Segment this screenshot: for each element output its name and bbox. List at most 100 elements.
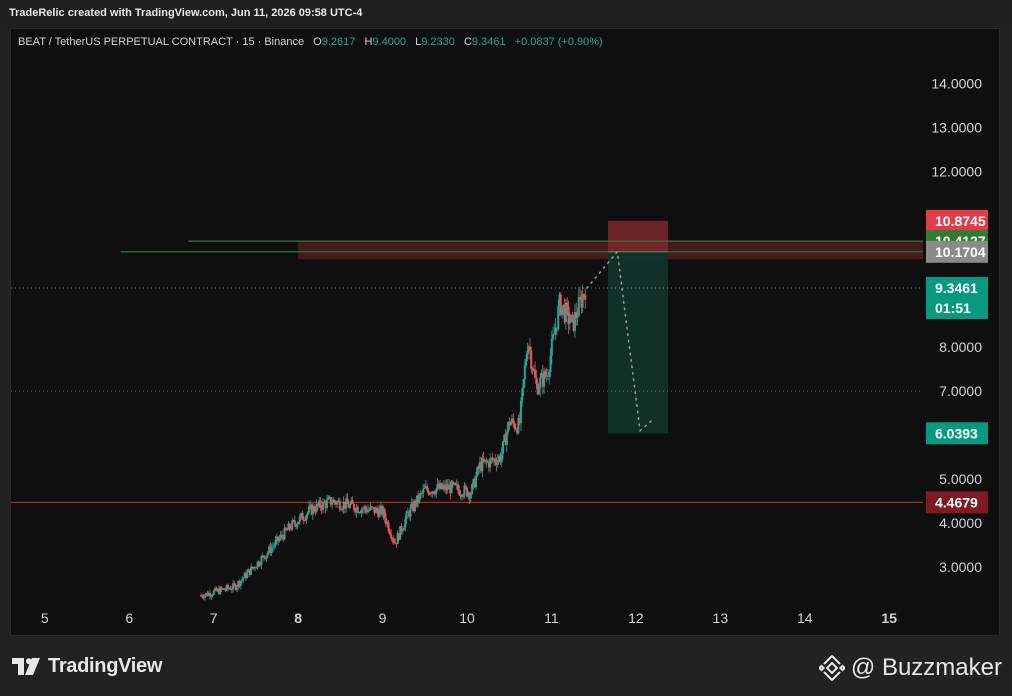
symbol-legend: BEAT / TetherUS PERPETUAL CONTRACT · 15 … [18, 36, 603, 48]
candle-body [305, 515, 308, 521]
price-label-text: 4.4679 [935, 494, 978, 510]
candle-body [352, 504, 355, 510]
candle-body [270, 547, 273, 553]
candle-body [469, 493, 472, 499]
candle-body [494, 458, 497, 463]
candles [200, 284, 587, 601]
candle-body [423, 487, 426, 489]
candle-body [539, 377, 542, 389]
candle-body [306, 512, 309, 516]
candle-body [241, 579, 244, 581]
y-tick-label: 3.0000 [939, 559, 982, 575]
candle-body [284, 527, 287, 530]
candle-body [581, 294, 584, 308]
candle-body [291, 520, 294, 530]
candle-body [235, 586, 238, 590]
candle-body [553, 333, 556, 335]
position-target-zone [608, 251, 668, 434]
candle-body [522, 379, 525, 389]
candle-body [233, 583, 236, 585]
candle-body [376, 507, 379, 512]
candle-body [322, 501, 325, 510]
y-tick-label: 12.0000 [931, 163, 982, 179]
candle-body [278, 538, 281, 541]
candle-body [550, 338, 553, 356]
candle-body [566, 302, 569, 307]
candle-body [528, 346, 531, 351]
candle-body [496, 459, 499, 465]
candle-body [526, 351, 529, 360]
candle-body [432, 491, 435, 494]
candle-body [293, 520, 296, 524]
price-label-text: 10.1704 [935, 244, 986, 260]
candle-body [351, 500, 354, 505]
tradingview-logo-icon [12, 657, 40, 675]
candle-body [441, 486, 444, 489]
candle-body [584, 294, 587, 300]
x-tick-label: 7 [210, 610, 218, 626]
candle-body [426, 486, 429, 491]
candle-body [509, 422, 512, 426]
candle-body [462, 495, 465, 497]
y-tick-label: 14.0000 [931, 76, 982, 92]
open-value: 9.2617 [321, 36, 356, 48]
candle-body [570, 314, 573, 323]
candle-body [319, 500, 322, 508]
candle-body [239, 580, 242, 586]
candle-body [273, 545, 276, 547]
candle-body [458, 489, 461, 496]
candle-body [525, 359, 528, 366]
candle-body [224, 589, 227, 591]
candle-body [474, 476, 477, 488]
candle-body [561, 306, 564, 315]
tradingview-logo[interactable]: TradingView [12, 655, 162, 678]
candle-body [523, 365, 526, 380]
candle-body [266, 552, 269, 556]
candle-body [409, 507, 412, 517]
candle-body [274, 540, 277, 546]
binance-logo-icon [818, 655, 845, 681]
x-tick-label: 13 [713, 610, 729, 626]
x-tick-label: 14 [797, 610, 813, 626]
candle-body [331, 502, 334, 505]
y-tick-label: 5.0000 [939, 471, 982, 487]
candle-body [552, 334, 555, 339]
candle-body [349, 504, 352, 508]
x-tick-label: 10 [459, 610, 475, 626]
candle-body [535, 377, 538, 385]
candle-body [378, 508, 381, 518]
candle-body [567, 306, 570, 324]
candle-body [211, 594, 214, 596]
candle-body [259, 564, 262, 566]
candle-body [242, 577, 245, 580]
candle-body [356, 506, 359, 513]
tradingview-logo-text: TradingView [48, 655, 163, 677]
candle-body [501, 441, 504, 454]
low-value: 9.2330 [421, 36, 455, 48]
candle-body [341, 508, 344, 510]
candle-body [313, 506, 316, 512]
y-tick-label: 4.0000 [939, 515, 982, 531]
candle-body [548, 372, 551, 377]
x-tick-label: 8 [294, 610, 302, 626]
candle-body [336, 501, 339, 505]
candle-body [301, 512, 304, 520]
candle-body [260, 556, 263, 565]
candle-body [512, 418, 515, 423]
candle-body [327, 497, 330, 500]
candle-body [464, 485, 467, 488]
candle-body [405, 511, 408, 520]
candle-body [210, 595, 213, 597]
candle-body [530, 350, 533, 369]
candle-body [577, 296, 580, 317]
candle-body [307, 506, 310, 513]
x-tick-label: 12 [628, 610, 644, 626]
candle-body [361, 509, 364, 511]
candle-body [519, 400, 522, 424]
bar-countdown-text: 01:51 [935, 300, 971, 316]
x-tick-label: 15 [881, 610, 897, 626]
x-tick-label: 6 [125, 610, 133, 626]
candle-body [513, 422, 516, 429]
chart-svg[interactable]: 3.0000 4.0000 5.0000 7.0000 8.0000 12.0000 13.… [0, 0, 1012, 696]
symbol-title[interactable]: BEAT / TetherUS PERPETUAL CONTRACT · 15 … [18, 36, 304, 48]
